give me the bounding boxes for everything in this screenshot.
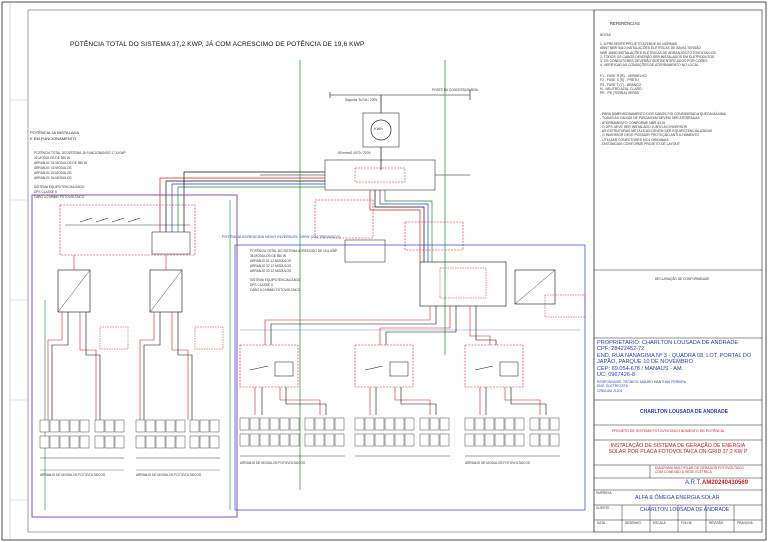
notes-list: 1. A PRESENTE PROJETO ATENDE AS NORMAS A… <box>600 42 716 68</box>
new-system-frame <box>234 244 586 511</box>
project-label: PROJETO DE SISTEMA FOTOVOLTAICO AUMENTO … <box>612 429 725 433</box>
client-name: CHARLTON LOUSADA DE ANDRADE <box>640 507 730 513</box>
footer-cell-3: FOLHA <box>681 521 692 525</box>
new-system-line-0: POTÊNCIA TOTAL DO SISTEMA ACRESCIDO DE 1… <box>250 249 338 253</box>
client-label: CLIENTE <box>596 506 610 510</box>
installed-desc-1: 32 MODULOS DE 550 W <box>34 156 70 160</box>
meter-breaker-top: Disjuntor 3x70A / 220V <box>345 98 378 102</box>
new-system-line-1: 36 MODULOS DE 550 W <box>250 254 286 258</box>
new-equip-line-0: SISTEMA EQUIPOTENCIALIZADO <box>250 278 301 282</box>
responsible-2: CREA AM 21201 <box>597 388 623 393</box>
existing-system-fence <box>31 194 238 518</box>
bottom-label-0: ARRANJO DE MODULOS FOTOVOLTAICOS <box>40 473 105 477</box>
new-inverter <box>419 261 507 307</box>
pole-label: POSTE DA CONCESSIONÁRIA <box>432 88 478 92</box>
existing-inverter-box <box>59 204 196 256</box>
notes2-list: - PARA DIMENSIONAMENTO DOS CABOS FOI CON… <box>600 112 726 146</box>
existing-array-left <box>39 419 220 449</box>
footer-cell-1: DESENHO <box>625 521 641 525</box>
sheet-outer-border <box>1 1 767 541</box>
subtitle-2: COM CONEXÃO À REDE ELÉTRICA <box>655 470 712 475</box>
bottom-label-2: ARRANJO DE MODULOS FOTOVOLTAICOS <box>240 461 305 465</box>
installed-desc-0: POTÊNCIA TOTAL DO SISTEMA JÁ FUNCIONANDO… <box>34 151 126 155</box>
string-box-3 <box>464 344 524 388</box>
new-system-line-2: ARRANJO 01 12 MODULOS <box>250 259 292 263</box>
references-title: REFERÊNCIAS <box>610 21 640 26</box>
main-panel <box>324 159 436 191</box>
page-title: POTÊNCIA TOTAL DO SISTEMA 37,2 KWP, JÁ C… <box>70 41 365 48</box>
installed-desc-3: ARRANJO: 02 MODULOS <box>34 166 72 170</box>
bottom-label-1: ARRANJO DE MODULOS FOTOVOLTAICOS <box>136 473 201 477</box>
drawing-frame <box>27 9 595 533</box>
equip-title: SISTEMA EQUIPOTENCIALIZADO <box>34 185 85 189</box>
new-equip-line-1: DPS CLASSE II <box>250 283 273 287</box>
new-breaker-box <box>314 199 374 239</box>
new-system-line-3: ARRANJO 02 12 MODULOS <box>250 264 292 268</box>
footer-cell-2: ESCALA <box>653 521 666 525</box>
note-1: ABNT NBR 5410 INSTALAÇÕES ELÉTRICAS DE B… <box>600 46 701 51</box>
responsible-block: RESPONSÁVEL TÉCNICO: MAURO MANTHAS PEREI… <box>597 380 686 393</box>
owner-block: PROPRIETARIO: CHARLTON LOUSADA DE ANDRAD… <box>597 340 751 378</box>
installed-title: POTÊNCIA JÁ INSTALADA <box>30 130 80 135</box>
company-label: EMPRESA <box>596 491 612 495</box>
company-name: ALFA & ÔMEGA ENERGIA SOLAR <box>635 495 720 501</box>
note-5: 4. VERIFICAR AS CONDIÇÕES DE ATERRAMENTO… <box>600 63 699 68</box>
color-codes: F1 - FASE R (R) - VERMELHO F2 - FASE S (… <box>600 74 647 95</box>
bottom-label-3: ARRANJO DE MODULOS FOTOVOLTAICOS <box>465 461 530 465</box>
project-title: INSTALAÇÃO DE SISTEMA DE GERAÇÃO DE ENER… <box>594 443 762 455</box>
art-number: AM20240430569 <box>702 480 749 486</box>
signature-name: CHARLTON LOUSADA DE ANDRADE <box>640 409 729 415</box>
declaration-title: DECLARAÇÃO DE CONFORMIDADE <box>655 277 710 281</box>
new-inverter-label: POTÊNCIA ACRESCIDA NOVO INVERSOR: 19KW (… <box>222 235 341 239</box>
new-equip-line-2: CABO 4,0 MMM2 FOTOVOLTAICO <box>250 288 301 292</box>
footer-cell-5: PRANCHA <box>737 521 753 525</box>
color-code-4: PE - PE (TERRA) VERDE <box>600 91 640 96</box>
string-box-1 <box>239 344 299 388</box>
installed-desc-4: ARRANJO: 03 MODULOS <box>34 171 72 175</box>
meter-breaker-mid: 50 mmm2 4X70 / 220V <box>338 151 371 155</box>
new-arrays <box>239 417 560 447</box>
equip-line-1: CABO 4,0 MMM2 FOTOVOLTAICO <box>34 195 85 199</box>
new-system-line-4: ARRANJO 03 12 MODULOS <box>250 269 292 273</box>
installed-desc-5: ARRANJO: 04 MODULOS <box>34 176 72 180</box>
installed-desc-2: ARRANJO: 01 MODULOS DE 550 W <box>34 161 87 165</box>
notes-title: NOTAS <box>600 33 611 37</box>
drawing-sheet: POTÊNCIA TOTAL DO SISTEMA 37,2 KWP, JÁ C… <box>0 0 768 542</box>
schematic-canvas <box>1 1 767 541</box>
project-title-2: SOLAR POR PLACA FOTOVOLTAICA ON-GRID 37,… <box>608 449 748 456</box>
owner-uc: UC: 0967426-8 <box>597 372 635 379</box>
installed-subtitle: E EM FUNCIONAMENTO <box>30 136 77 141</box>
meter-label: KWh <box>374 126 383 131</box>
footer-cell-0: DATA <box>597 521 606 525</box>
art-label: A.R.T. <box>685 480 702 486</box>
subtitle-block: DIAGRAMA MULTIFILAR DE GERADOR FOTOVOLTA… <box>655 466 744 475</box>
note2-7: - DISTÂNCIAS CONFORME PROJETO DE LAYOUT <box>600 142 680 147</box>
string-box-2 <box>354 344 414 388</box>
equip-line-0: DPS CLASSE II <box>34 190 57 194</box>
footer-cell-4: REVISÃO <box>709 521 724 525</box>
